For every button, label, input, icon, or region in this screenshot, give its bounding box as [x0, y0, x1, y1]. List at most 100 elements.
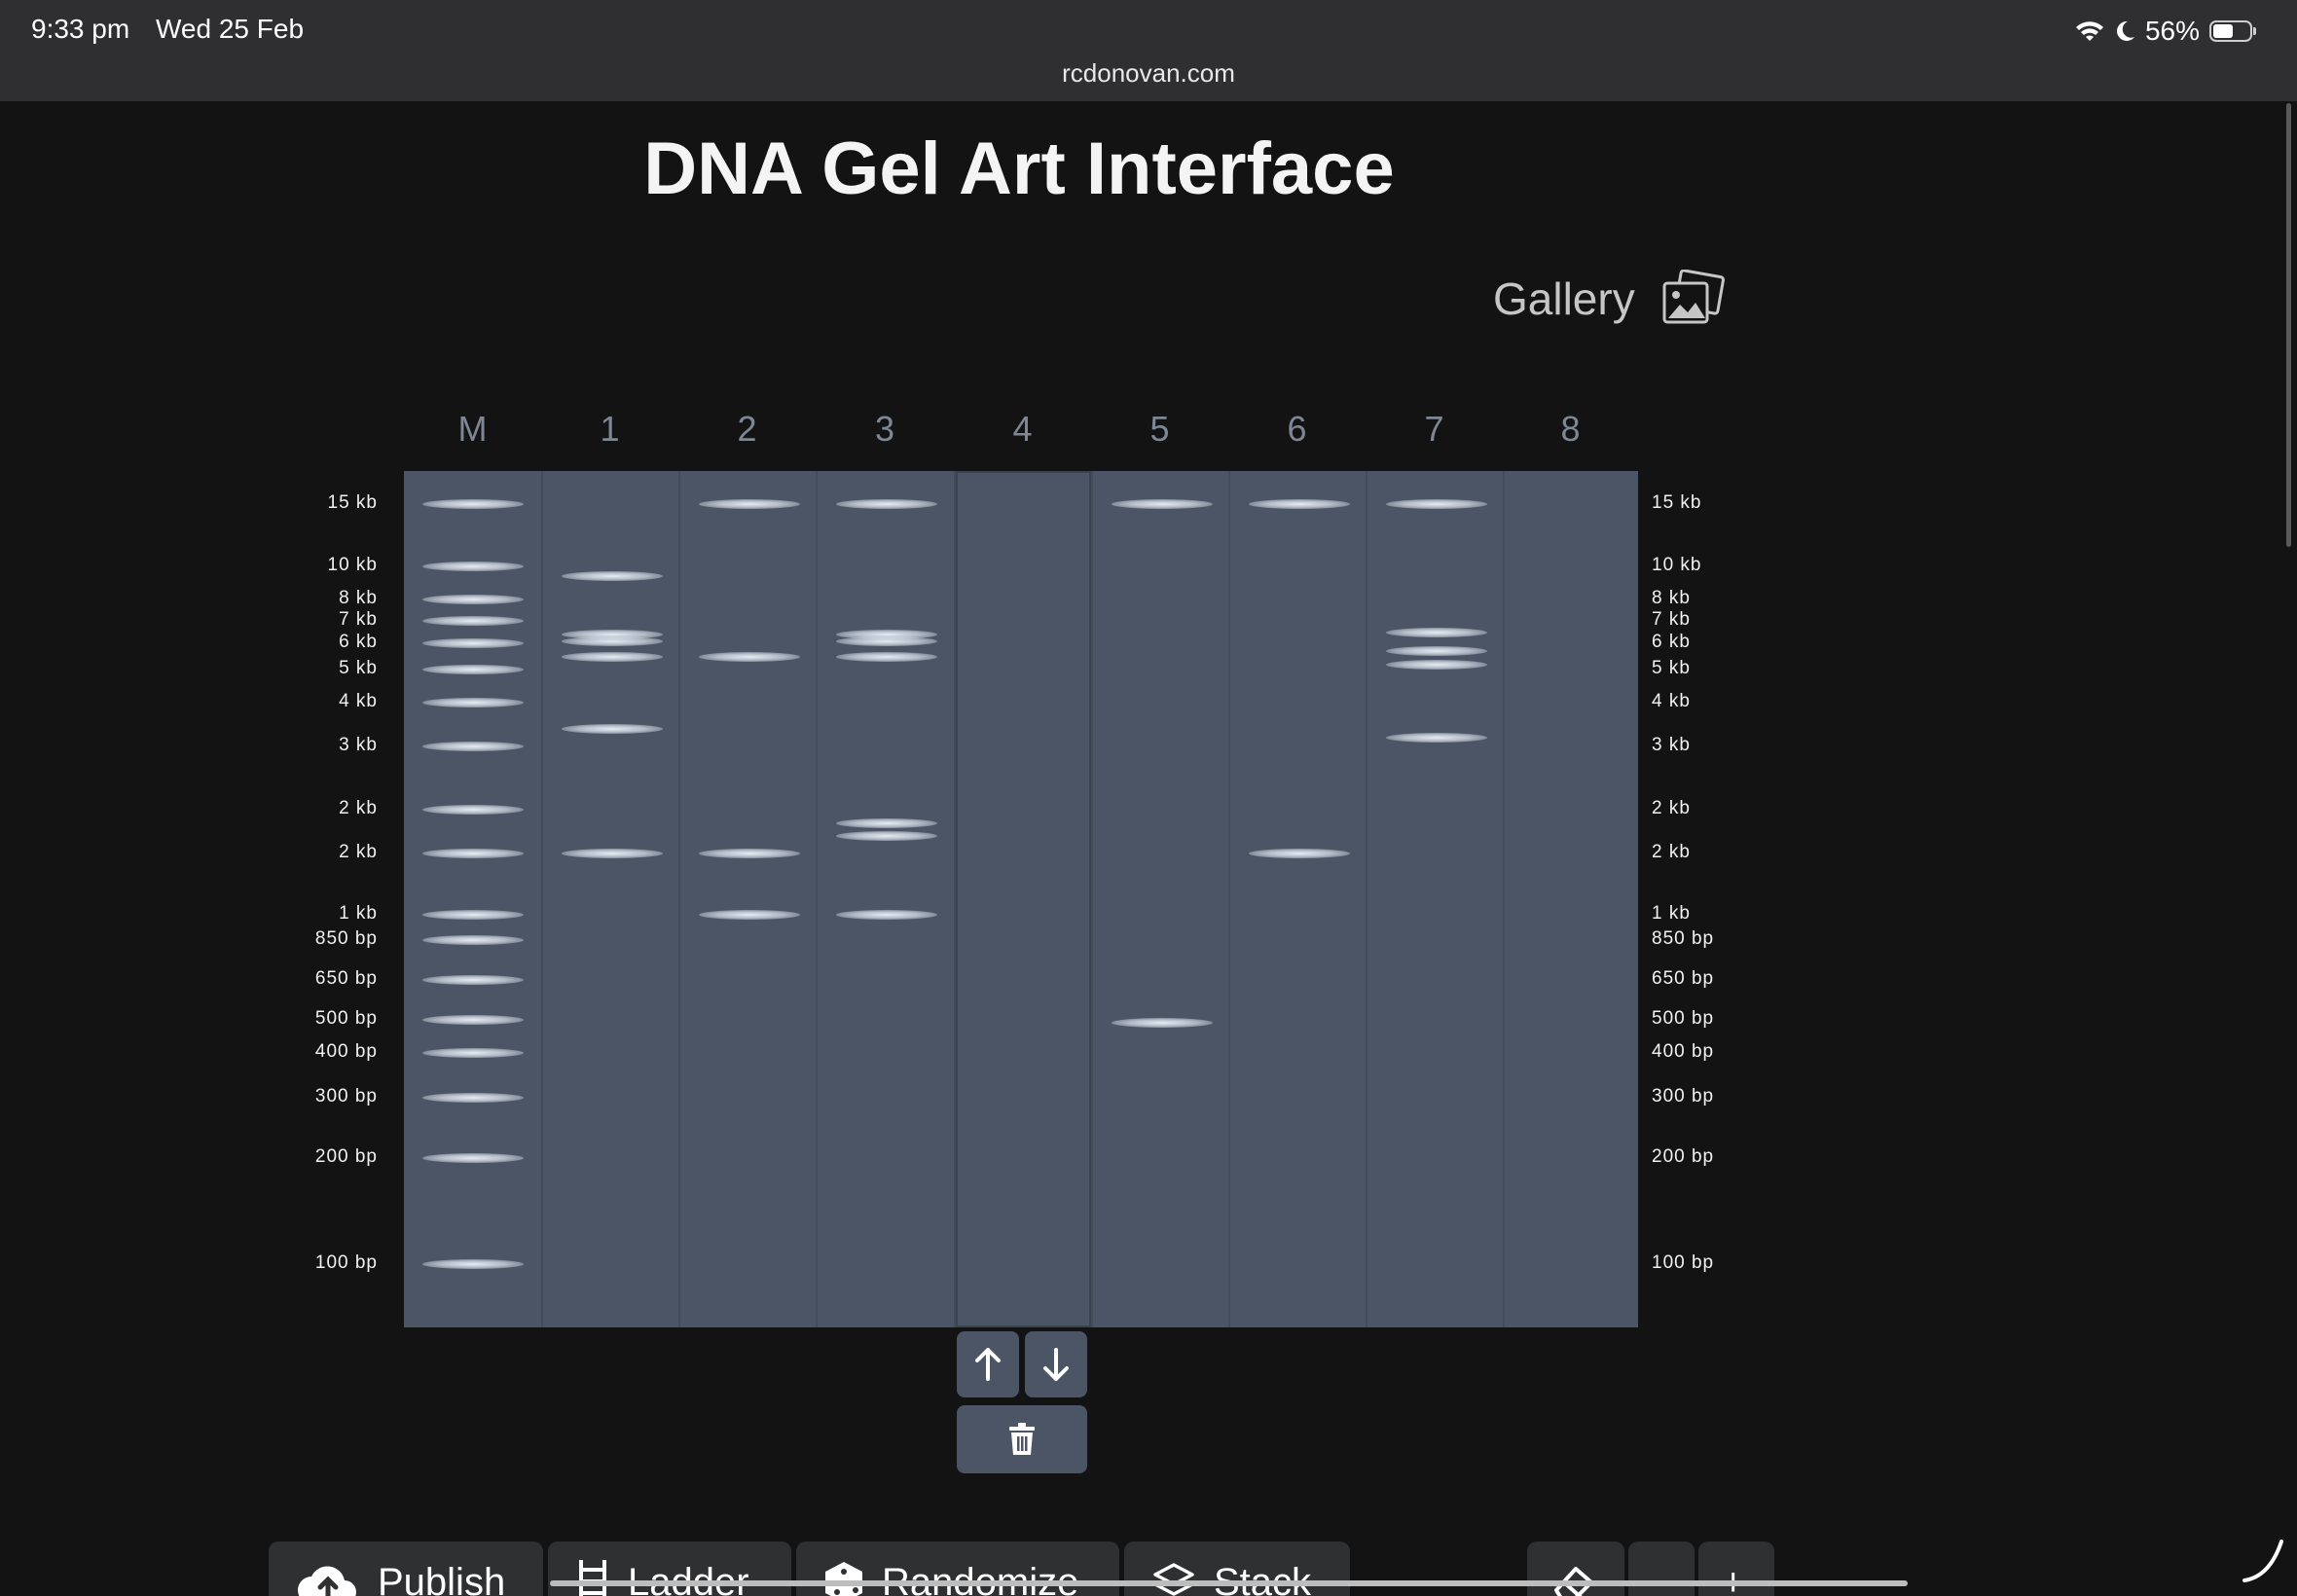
dna-band[interactable]	[1386, 733, 1487, 743]
size-label-left: 15 kb	[327, 492, 378, 513]
dna-band[interactable]	[1386, 499, 1487, 509]
lane-header-1[interactable]: 1	[541, 409, 678, 450]
size-label-left: 2 kb	[339, 798, 378, 818]
dna-band[interactable]	[836, 499, 937, 509]
status-time: 9:33 pm	[31, 14, 130, 44]
dna-band[interactable]	[562, 651, 663, 662]
gel-lane-1[interactable]	[541, 471, 678, 1327]
zoom-out-button[interactable]: -	[1628, 1542, 1695, 1596]
size-label-right: 3 kb	[1652, 735, 1691, 755]
dna-band[interactable]	[836, 910, 937, 920]
size-label-right: 400 bp	[1652, 1041, 1715, 1062]
size-label-right: 5 kb	[1652, 658, 1691, 678]
ladder-band[interactable]	[422, 638, 524, 648]
lane-header-2[interactable]: 2	[678, 409, 816, 450]
gallery-button[interactable]: Gallery	[1493, 265, 1725, 333]
dna-band[interactable]	[562, 724, 663, 734]
lane-header-8[interactable]: 8	[1503, 409, 1638, 450]
gel-lane-m[interactable]	[404, 471, 541, 1327]
gel-lane-3[interactable]	[816, 471, 954, 1327]
lane-header-6[interactable]: 6	[1228, 409, 1366, 450]
dna-band[interactable]	[836, 651, 937, 662]
lane-header-3[interactable]: 3	[816, 409, 954, 450]
dna-band[interactable]	[1112, 499, 1213, 509]
move-lane-up-button[interactable]	[957, 1331, 1019, 1397]
ladder-band[interactable]	[422, 595, 524, 604]
dna-band[interactable]	[836, 635, 937, 646]
size-label-right: 8 kb	[1652, 588, 1691, 608]
gel-lane-2[interactable]	[678, 471, 816, 1327]
trash-icon	[1009, 1423, 1035, 1455]
gel-lane-6[interactable]	[1228, 471, 1366, 1327]
eraser-button[interactable]	[1527, 1542, 1624, 1596]
publish-label: Publish	[378, 1560, 506, 1596]
ladder-band[interactable]	[422, 698, 524, 707]
size-label-left: 650 bp	[314, 968, 378, 989]
move-lane-down-button[interactable]	[1025, 1331, 1087, 1397]
cloud-upload-icon	[298, 1566, 356, 1596]
dna-band[interactable]	[1112, 1018, 1213, 1029]
size-label-right: 6 kb	[1652, 632, 1691, 652]
dna-band[interactable]	[699, 849, 800, 858]
dna-band[interactable]	[699, 910, 800, 920]
dna-band[interactable]	[836, 817, 937, 828]
dna-band[interactable]	[1249, 849, 1350, 858]
dna-band[interactable]	[562, 849, 663, 858]
stack-button[interactable]: Stack	[1124, 1542, 1350, 1596]
status-indicators: 56%	[2075, 14, 2256, 49]
ladder-band[interactable]	[422, 1015, 524, 1025]
ladder-band[interactable]	[422, 1259, 524, 1269]
publish-button[interactable]: Publish	[269, 1542, 543, 1596]
ladder-button[interactable]: Ladder	[548, 1542, 791, 1596]
size-label-left: 8 kb	[339, 588, 378, 608]
ladder-band[interactable]	[422, 665, 524, 674]
ladder-band[interactable]	[422, 499, 524, 509]
dna-band[interactable]	[699, 499, 800, 509]
size-label-left: 100 bp	[314, 1252, 378, 1273]
randomize-button[interactable]: Randomize	[796, 1542, 1119, 1596]
dna-band[interactable]	[562, 571, 663, 582]
ladder-band[interactable]	[422, 975, 524, 985]
lane-header-5[interactable]: 5	[1091, 409, 1228, 450]
stack-label: Stack	[1214, 1560, 1312, 1596]
arrow-up-icon	[975, 1348, 1001, 1381]
address-bar-url[interactable]: rcdonovan.com	[0, 58, 2297, 89]
dna-band[interactable]	[1386, 646, 1487, 657]
gel-lane-8[interactable]	[1503, 471, 1638, 1327]
scrollbar-thumb[interactable]	[2286, 103, 2291, 547]
delete-lane-button[interactable]	[957, 1405, 1087, 1473]
ladder-band[interactable]	[422, 562, 524, 571]
resize-corner-icon[interactable]	[2241, 1538, 2287, 1584]
size-label-right: 650 bp	[1652, 968, 1715, 989]
dna-band[interactable]	[1249, 499, 1350, 509]
size-label-left: 7 kb	[339, 609, 378, 630]
gel-lane-7[interactable]	[1366, 471, 1503, 1327]
ladder-band[interactable]	[422, 1093, 524, 1103]
lane-header-4[interactable]: 4	[954, 409, 1091, 450]
gel-canvas[interactable]	[404, 471, 1638, 1327]
size-label-right: 300 bp	[1652, 1086, 1715, 1106]
lane-header-m[interactable]: M	[404, 409, 541, 450]
dna-band[interactable]	[1386, 627, 1487, 637]
zoom-in-button[interactable]: +	[1698, 1542, 1774, 1596]
ladder-band[interactable]	[422, 935, 524, 945]
gel-lane-5[interactable]	[1091, 471, 1228, 1327]
ladder-band[interactable]	[422, 1048, 524, 1058]
dna-band[interactable]	[836, 831, 937, 841]
size-label-left: 300 bp	[314, 1086, 378, 1106]
dna-band[interactable]	[562, 635, 663, 646]
ladder-band[interactable]	[422, 616, 524, 626]
lane-header-7[interactable]: 7	[1366, 409, 1503, 450]
ladder-band[interactable]	[422, 742, 524, 751]
dna-band[interactable]	[699, 651, 800, 662]
dna-band[interactable]	[1386, 659, 1487, 670]
ladder-band[interactable]	[422, 849, 524, 858]
battery-percentage: 56%	[2144, 16, 2200, 46]
ladder-band[interactable]	[422, 1153, 524, 1163]
size-label-right: 2 kb	[1652, 798, 1691, 818]
zoom-out-label: -	[1648, 1560, 1661, 1596]
size-label-left: 6 kb	[339, 632, 378, 652]
ladder-band[interactable]	[422, 805, 524, 815]
ladder-band[interactable]	[422, 910, 524, 920]
gel-lane-4[interactable]	[954, 471, 1091, 1327]
